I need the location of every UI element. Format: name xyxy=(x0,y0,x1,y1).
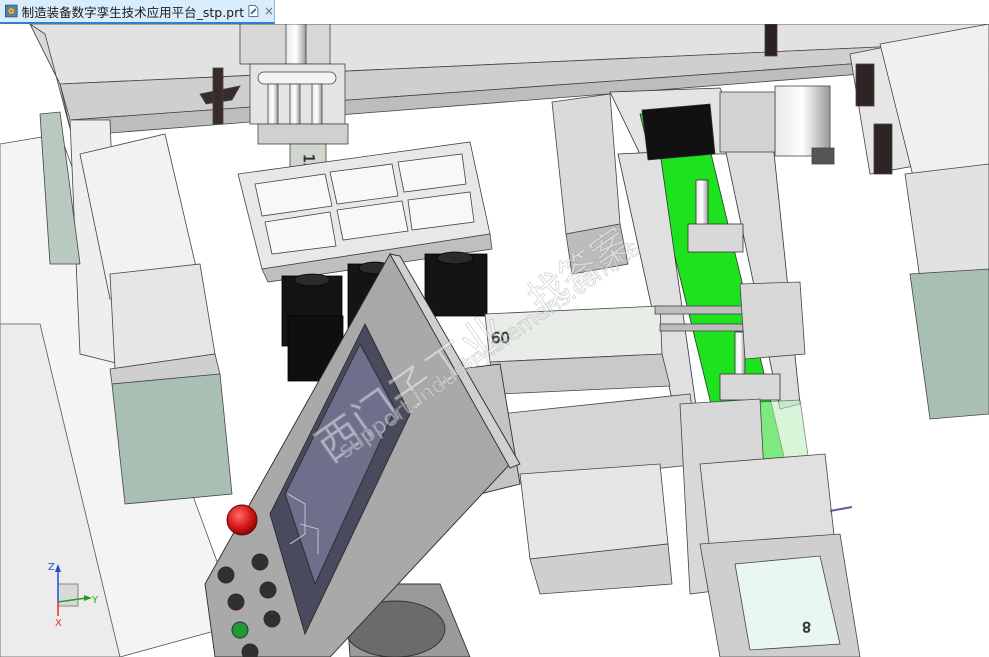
document-tab-bar: 制造装备数字孪生技术应用平台_stp.prt × xyxy=(0,0,989,25)
cad-model-scene[interactable]: 12 09 8 西门子工业 support.industry.siemens.c… xyxy=(0,24,989,657)
close-tab-icon[interactable]: × xyxy=(264,4,274,18)
triad-y-label: Y xyxy=(91,595,99,606)
document-edit-icon[interactable] xyxy=(248,4,259,18)
tray-label: 8 xyxy=(802,618,811,634)
tab-title: 制造装备数字孪生技术应用平台_stp.prt xyxy=(21,4,245,20)
top-gantry-frame xyxy=(29,24,989,137)
emergency-stop-button xyxy=(226,504,258,536)
right-column-assembly xyxy=(849,24,989,420)
triad-x-label: X xyxy=(55,618,62,629)
document-tab[interactable]: 制造装备数字孪生技术应用平台_stp.prt × xyxy=(0,0,275,24)
triad-z-label: Z xyxy=(48,562,55,573)
part-gear-icon xyxy=(5,4,18,18)
conveyor-drive-motor xyxy=(719,85,835,165)
3d-viewport[interactable]: 12 09 8 西门子工业 support.industry.siemens.c… xyxy=(0,24,989,657)
